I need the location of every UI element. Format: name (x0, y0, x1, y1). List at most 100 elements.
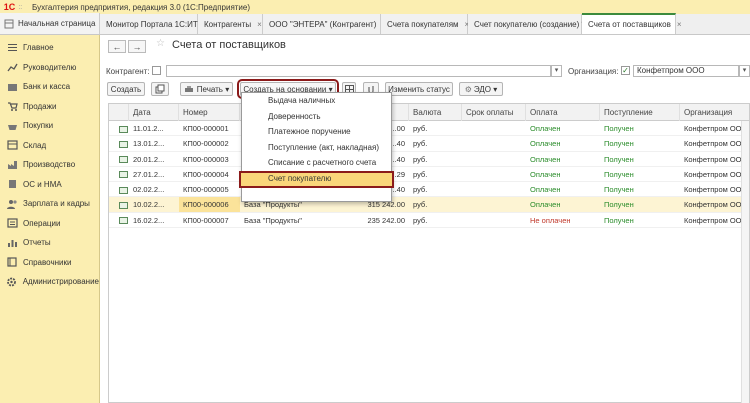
cell-recv: Получен (604, 154, 634, 164)
cell-due (462, 182, 526, 197)
column-header-organization[interactable]: Организация (680, 104, 750, 121)
change-status-button[interactable]: Изменить статус (385, 82, 453, 96)
cell-num: КП00-000002 (183, 139, 229, 149)
row-icon-cell (109, 136, 129, 151)
cell-org: Конфетпром ООО (684, 139, 742, 149)
organization-dropdown-button[interactable]: ▾ (739, 65, 750, 77)
edo-button[interactable]: ⚙ ЭДО ▾ (459, 82, 503, 96)
cell-num: КП00-000003 (183, 154, 229, 164)
sidebar-item-warehouse[interactable]: Склад (0, 136, 99, 156)
report-icon (6, 237, 18, 248)
document-icon (119, 202, 128, 209)
cell-date: 27.01.2... (133, 169, 165, 179)
contractor-field[interactable] (166, 65, 551, 77)
column-header-number[interactable]: Номер (179, 104, 240, 121)
organization-checkbox[interactable]: ✓ (621, 66, 630, 75)
tab-home[interactable]: Начальная страница (0, 13, 100, 34)
sidebar-item-label: Зарплата и кадры (23, 199, 90, 209)
row-icon-cell (109, 182, 129, 197)
book-icon (6, 257, 18, 268)
create-based-on-menu: Выдача наличных Доверенность Платежное п… (239, 92, 394, 202)
sidebar-item-label: Справочники (23, 257, 72, 267)
sidebar-item-manager[interactable]: Руководителю (0, 58, 99, 78)
sidebar-item-label: Банк и касса (23, 82, 71, 92)
menu-item-cash-withdrawal[interactable]: Выдача наличных (242, 93, 391, 109)
sidebar-item-operations[interactable]: Операции (0, 214, 99, 234)
row-icon-cell (109, 121, 129, 136)
tab-home-label: Начальная страница (18, 19, 96, 28)
tab-label: Контрагенты (204, 19, 252, 29)
sidebar-item-bank[interactable]: Банк и касса (0, 77, 99, 97)
table-row[interactable]: 10.02.2... КП00-000006 База "Продукты" 315 … (109, 197, 749, 213)
copy-icon[interactable] (151, 82, 169, 96)
menu-item-customer-invoice[interactable]: Счет покупателю (239, 170, 394, 188)
vertical-scrollbar[interactable] (741, 121, 749, 403)
table-row[interactable]: 16.02.2... КП00-000007 База "Продукты" 235 … (109, 213, 749, 229)
create-button[interactable]: Создать (107, 82, 145, 96)
sidebar-item-label: Главное (23, 43, 54, 53)
table-row[interactable]: 27.01.2... КП00-000004 ...29 руб. Оплачен Пол… (109, 167, 749, 183)
sidebar-item-label: Склад (23, 140, 47, 150)
sidebar-item-payroll[interactable]: Зарплата и кадры (0, 194, 99, 214)
menu-item-receipt[interactable]: Поступление (акт, накладная) (242, 140, 391, 156)
tab-label: Счета покупателям (387, 19, 459, 29)
sidebar-item-assets[interactable]: ОС и НМА (0, 175, 99, 195)
table-row[interactable]: 11.01.2... КП00-000001 ...00 руб. Оплачен Пол… (109, 121, 749, 137)
tab-customer-invoices[interactable]: Счета покупателям × (381, 14, 469, 34)
cell-pay: Не оплачен (530, 215, 571, 225)
column-header-currency[interactable]: Валюта (409, 104, 462, 121)
cell-org: Конфетпром ООО (684, 154, 742, 164)
cell-date: 11.01.2... (133, 124, 164, 133)
sidebar-item-sales[interactable]: Продажи (0, 97, 99, 117)
home-icon (4, 19, 14, 29)
back-button[interactable]: ← (108, 40, 126, 53)
column-header-due[interactable]: Срок оплаты (462, 104, 526, 121)
table-row[interactable]: 20.01.2... КП00-000003 ...40 руб. Оплачен Пол… (109, 152, 749, 167)
cell-recv: Получен (604, 185, 634, 195)
cell-org: Конфетпром ООО (684, 185, 742, 195)
contractor-dropdown-button[interactable]: ▾ (551, 65, 562, 77)
tab-supplier-invoices[interactable]: Счета от поставщиков × (582, 13, 682, 34)
close-icon[interactable]: × (677, 20, 682, 29)
sidebar-item-reports[interactable]: Отчеты (0, 233, 99, 253)
forward-button[interactable]: → (128, 40, 146, 53)
sidebar-item-catalogs[interactable]: Справочники (0, 253, 99, 273)
cell-sum: 235 242.00 (367, 215, 405, 225)
organization-field[interactable]: Конфетпром ООО (633, 65, 739, 77)
close-icon[interactable]: × (257, 20, 262, 29)
tab-monitor[interactable]: Монитор Портала 1С:ИТС× (100, 14, 214, 34)
table-row[interactable]: 02.02.2... КП00-000005 ...40 руб. Оплачен Пол… (109, 182, 749, 198)
cell-cur: руб. (413, 139, 428, 149)
tab-contractor-entera[interactable]: ООО "ЭНТЕРА" (Контрагент)× (263, 14, 387, 34)
contractor-label: Контрагент: (106, 67, 150, 76)
sidebar-item-main[interactable]: Главное (0, 38, 99, 58)
column-header-receipt[interactable]: Поступление (600, 104, 680, 121)
column-header-date[interactable]: Дата (129, 104, 179, 121)
favorite-star-icon[interactable]: ☆ (156, 38, 165, 49)
menu-item-bank-writeoff[interactable]: Списание с расчетного счета (242, 155, 391, 171)
table-row[interactable]: 13.01.2... КП00-000002 ...40 руб. Оплачен Пол… (109, 136, 749, 152)
column-header-payment[interactable]: Оплата (526, 104, 600, 121)
sidebar-item-admin[interactable]: Администрирование (0, 272, 99, 292)
cell-cur: руб. (413, 200, 428, 210)
cell-org: Конфетпром ООО (684, 169, 742, 179)
document-icon (119, 125, 128, 133)
bank-icon (6, 81, 18, 92)
menu-item-payment-order[interactable]: Платежное поручение (242, 124, 391, 140)
menu-item-power-of-attorney[interactable]: Доверенность (242, 109, 391, 125)
contractor-checkbox[interactable] (152, 66, 161, 75)
sidebar-item-label: Отчеты (23, 238, 51, 248)
sidebar-item-production[interactable]: Производство (0, 155, 99, 175)
print-button[interactable]: Печать ▾ (180, 82, 233, 96)
sidebar-item-purchases[interactable]: Покупки (0, 116, 99, 136)
cell-pay: Оплачен (530, 154, 561, 164)
tab-contractors[interactable]: Контрагенты × (198, 14, 263, 34)
cell-pay: Оплачен (530, 169, 561, 179)
tab-customer-invoice-create[interactable]: Счет покупателю (создание) *× (468, 14, 595, 34)
cell-due (462, 197, 526, 212)
tab-label: Счета от поставщиков (588, 20, 671, 29)
sidebar-item-label: Операции (23, 218, 61, 228)
edo-icon: ⚙ (464, 84, 472, 94)
row-icon-cell (109, 213, 129, 228)
box-icon (6, 140, 18, 151)
